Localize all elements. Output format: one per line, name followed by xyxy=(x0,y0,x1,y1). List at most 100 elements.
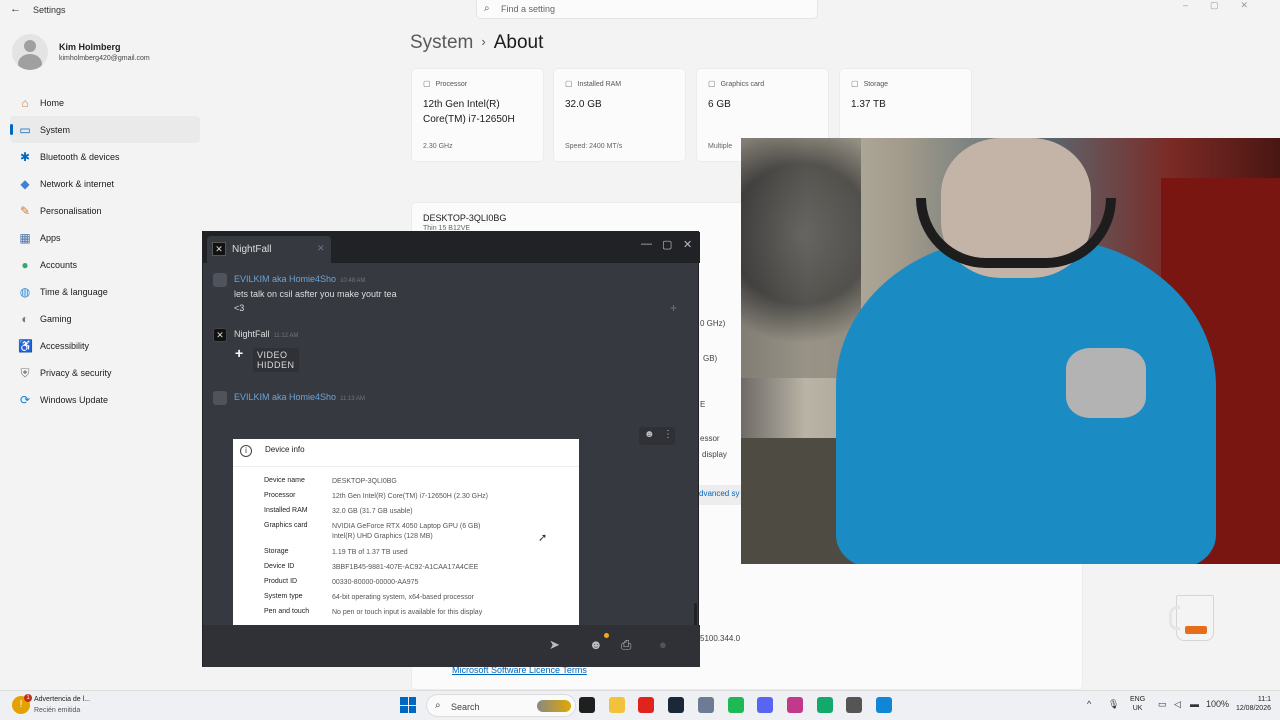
settings-gear-icon[interactable] xyxy=(697,697,714,713)
clock[interactable]: 11:1 12/08/2026 xyxy=(1235,695,1271,713)
bluetooth-icon: ✱ xyxy=(19,149,31,164)
message-list: + EVILKIM aka Homie4Sho 10:48 AM lets tal… xyxy=(203,263,700,649)
author-name: EVILKIM aka Homie4Sho xyxy=(234,274,337,284)
notification-title: Advertencia de l... xyxy=(34,696,91,703)
os-build-version: 5100.344.0 xyxy=(700,634,741,643)
sidebar-item-network-internet[interactable]: ◆ Network & internet xyxy=(10,170,200,197)
edge-icon[interactable] xyxy=(876,697,892,713)
sidebar-nav: ⌂ Home ▭ System ✱ Bluetooth & devices ◆ Network… xyxy=(10,89,200,413)
emoji-reaction-icon[interactable]: ☻ xyxy=(644,429,655,440)
window-controls[interactable]: –▢✕ xyxy=(1183,0,1270,11)
taskbar: ! 1 Advertencia de l... Recién emitida ⌕… xyxy=(0,690,1280,720)
sidebar-item-accessibility[interactable]: ♿ Accessibility xyxy=(10,332,200,359)
webcam-person-body xyxy=(836,238,1216,564)
file-explorer-icon[interactable] xyxy=(579,697,595,713)
shield-icon: ⛨ xyxy=(20,365,30,380)
sidebar-item-system[interactable]: ▭ System xyxy=(10,116,200,143)
breadcrumb-separator: › xyxy=(481,34,486,49)
avatar xyxy=(213,391,227,405)
device-info-image[interactable]: i Device info Device name DESKTOP-3QLI0BG… xyxy=(233,439,579,633)
opera-icon[interactable] xyxy=(638,697,655,713)
message-author[interactable]: EVILKIM aka Homie4Sho 10:48 AM xyxy=(234,274,365,284)
sidebar-item-bluetooth-devices[interactable]: ✱ Bluetooth & devices xyxy=(10,143,200,170)
sidebar-item-accounts[interactable]: ● Accounts xyxy=(10,251,200,278)
message-input-bar[interactable]: ➤ ☻ ⎙ ● xyxy=(203,625,700,667)
globe-icon: ◍ xyxy=(19,284,31,299)
mic-icon[interactable]: ● xyxy=(659,637,667,652)
chat-tab[interactable]: ✕ NightFall ✕ xyxy=(207,236,331,263)
sidebar-item-windows-update[interactable]: ⟳ Windows Update xyxy=(10,386,200,413)
ram-label: Installed RAM xyxy=(565,79,622,88)
message-author[interactable]: NightFall 11:12 AM xyxy=(234,329,298,339)
sidebar-item-gaming[interactable]: ◐ Gaming xyxy=(10,305,200,332)
avatar xyxy=(213,273,227,287)
tab-close-icon[interactable]: ✕ xyxy=(317,243,325,254)
sidebar-item-time-language[interactable]: ◍ Time & language xyxy=(10,278,200,305)
video-hidden-label[interactable]: VIDEO HIDDEN xyxy=(253,348,299,372)
peek-text: essor xyxy=(700,434,720,443)
storage-value: 1.37 TB xyxy=(851,99,886,110)
folder-icon[interactable] xyxy=(608,697,625,713)
settings-search-input[interactable]: ⌕ Find a setting xyxy=(476,0,818,19)
peek-text: display xyxy=(702,450,727,459)
avatar: ✕ xyxy=(213,328,227,342)
spotify-icon[interactable] xyxy=(727,697,744,713)
discord-icon[interactable] xyxy=(757,697,774,713)
back-arrow-icon[interactable]: ← xyxy=(10,3,21,15)
snipping-tool-icon[interactable] xyxy=(786,697,803,713)
alien-app-icon[interactable] xyxy=(846,697,863,713)
device-info-value: Intel(R) UHD Graphics (128 MB) xyxy=(332,533,433,540)
emoji-picker-icon[interactable]: ☻ xyxy=(589,637,603,652)
notification-badge: 1 xyxy=(24,694,32,702)
device-info-value: DESKTOP-3QLI0BG xyxy=(332,478,397,485)
message-hover-toolbar: ☻ ⋮ xyxy=(639,427,675,445)
taskbar-search-label: Search xyxy=(451,702,480,712)
notification-subtitle: Recién emitida xyxy=(34,707,81,714)
gamepad-icon: ◐ xyxy=(21,311,29,326)
peek-text: GB) xyxy=(703,354,718,363)
advanced-system-settings-link[interactable]: dvanced sy xyxy=(697,485,741,505)
device-info-value: 12th Gen Intel(R) Core(TM) i7-12650H (2.… xyxy=(332,493,488,500)
steam-icon[interactable] xyxy=(668,697,685,713)
tray-chevron-icon[interactable]: ^ xyxy=(1087,699,1091,709)
sidebar-item-label: Network & internet xyxy=(40,178,115,189)
battery-icon[interactable]: ▬ xyxy=(1190,699,1199,709)
message-text: lets talk on csil asfter you make youtr … xyxy=(234,289,397,299)
sidebar-item-home[interactable]: ⌂ Home xyxy=(10,89,200,116)
language-indicator[interactable]: ENG UK xyxy=(1130,695,1145,713)
attach-icon[interactable]: ⎙ xyxy=(621,637,631,653)
start-button[interactable] xyxy=(400,697,416,713)
page-title: About xyxy=(493,32,544,53)
message-author[interactable]: EVILKIM aka Homie4Sho 11:13 AM xyxy=(234,392,365,402)
clock-time: 11:1 xyxy=(1257,696,1271,703)
maximize-icon[interactable]: ▢ xyxy=(662,238,672,251)
volume-icon[interactable]: ◁ xyxy=(1174,699,1181,710)
ram-card: Installed RAM 32.0 GB Speed: 2400 MT/s xyxy=(553,68,686,162)
add-reaction-icon[interactable]: + xyxy=(670,301,677,315)
network-icon[interactable]: ▭ xyxy=(1158,699,1167,710)
message-text: <3 xyxy=(234,303,245,313)
ram-value: 32.0 GB xyxy=(565,99,602,110)
sidebar-item-privacy-security[interactable]: ⛨ Privacy & security xyxy=(10,359,200,386)
sidebar-item-personalisation[interactable]: ✎ Personalisation xyxy=(10,197,200,224)
device-info-key: Device ID xyxy=(264,563,295,570)
minimize-icon[interactable]: — xyxy=(641,238,652,250)
breadcrumb-parent[interactable]: System xyxy=(410,32,473,53)
sidebar-item-apps[interactable]: ▦ Apps xyxy=(10,224,200,251)
author-name: EVILKIM aka Homie4Sho xyxy=(234,392,337,402)
device-info-key: Processor xyxy=(264,492,296,499)
mug-widget[interactable] xyxy=(1169,595,1214,641)
plus-icon[interactable]: + xyxy=(235,345,243,361)
mic-tray-icon[interactable]: 🎙 xyxy=(1108,699,1119,710)
graphics-label: Graphics card xyxy=(708,79,765,88)
more-options-icon[interactable]: ⋮ xyxy=(663,429,673,440)
close-icon[interactable]: ✕ xyxy=(683,238,692,251)
graphics-sub: Multiple xyxy=(708,143,733,150)
chat-title-bar: ✕ NightFall ✕ — ▢ ✕ xyxy=(203,232,700,263)
taskbar-search[interactable]: ⌕ Search xyxy=(426,694,576,717)
network-icon: ◆ xyxy=(20,176,30,191)
send-icon[interactable]: ➤ xyxy=(549,637,560,653)
author-name: NightFall xyxy=(234,329,270,339)
mouse-cursor-icon: ➚ xyxy=(538,532,548,544)
green-app-icon[interactable] xyxy=(816,697,833,713)
